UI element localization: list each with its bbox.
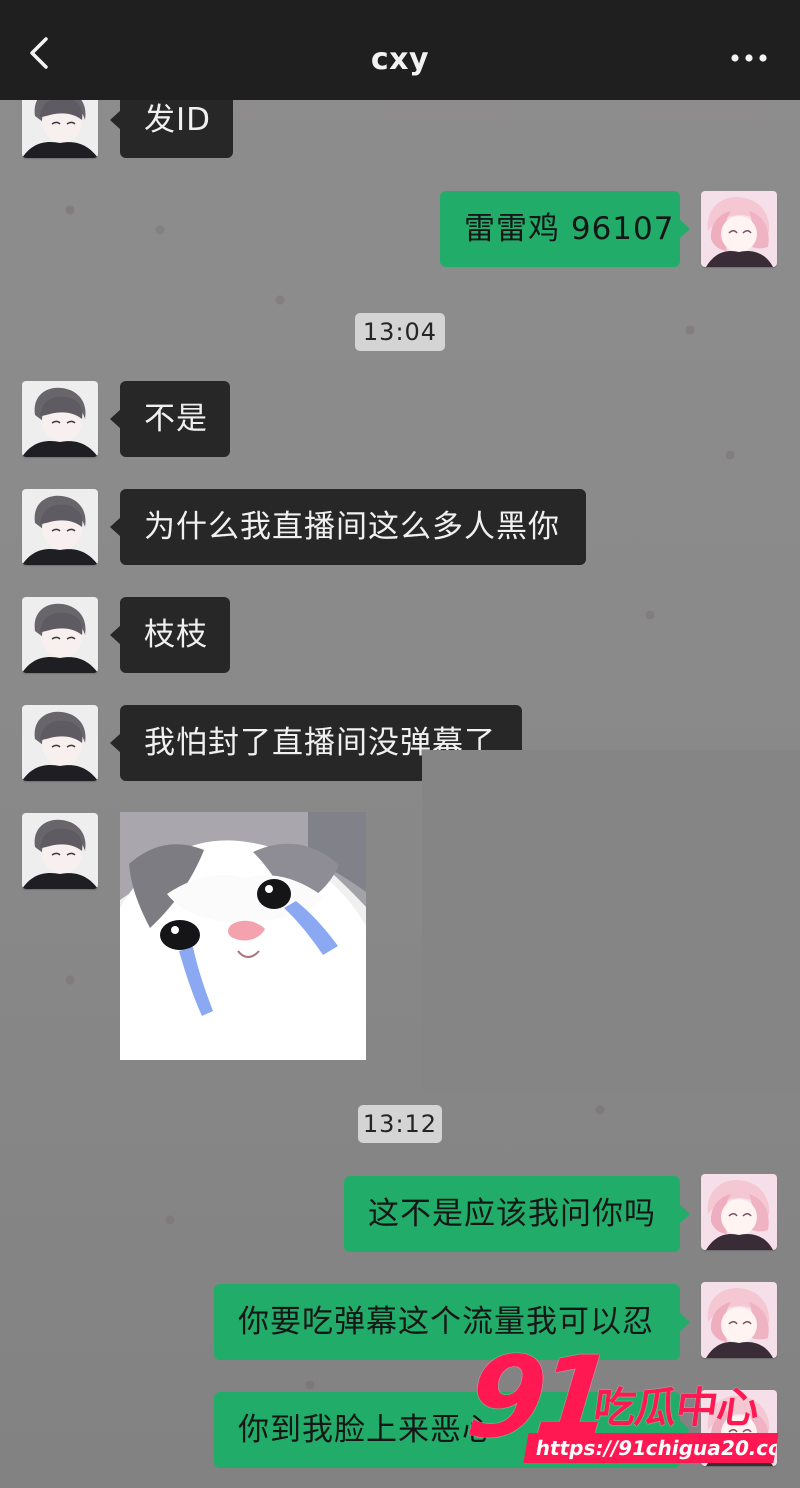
anime-boy-avatar-icon [22, 489, 98, 565]
timestamp: 13:12 [358, 1105, 442, 1143]
incoming-message-bubble[interactable]: 为什么我直播间这么多人黑你 [110, 489, 586, 565]
chat-header: cxy [0, 0, 800, 100]
outgoing-message-bubble[interactable]: 你要吃弹幕这个流量我可以忍 [214, 1284, 690, 1360]
crying-cat-icon [120, 812, 366, 1060]
anime-boy-avatar-icon [22, 705, 98, 781]
chat-screen: cxy 发ID 雷雷鸡 96107 13:04 不是 为什么我直播间这么多人黑你… [0, 0, 800, 1488]
anime-boy-avatar-icon [22, 813, 98, 889]
anime-girl-avatar-icon [701, 191, 777, 267]
outgoing-message-bubble[interactable]: 雷雷鸡 96107 [440, 191, 690, 267]
incoming-message-bubble[interactable]: 不是 [110, 381, 230, 457]
more-options-button[interactable] [728, 44, 770, 72]
back-button[interactable] [24, 36, 58, 70]
anime-boy-avatar-icon [22, 597, 98, 673]
contact-avatar[interactable] [22, 597, 98, 673]
chevron-left-icon [30, 37, 48, 69]
watermark-site-name: 吃瓜中心 [590, 1383, 762, 1432]
site-watermark: 91 吃瓜中心 https://91chigua20.com [461, 1333, 788, 1478]
anime-boy-avatar-icon [22, 381, 98, 457]
anime-girl-avatar-icon [701, 1282, 777, 1358]
timestamp: 13:04 [355, 313, 445, 351]
crying-cat-sticker[interactable] [120, 812, 366, 1060]
contact-avatar[interactable] [22, 381, 98, 457]
redacted-image-block [422, 750, 800, 1090]
contact-avatar[interactable] [22, 489, 98, 565]
user-avatar[interactable] [701, 1174, 777, 1250]
incoming-message-bubble[interactable]: 枝枝 [110, 597, 230, 673]
more-horizontal-icon [731, 54, 767, 62]
contact-avatar[interactable] [22, 705, 98, 781]
contact-avatar[interactable] [22, 813, 98, 889]
watermark-url: https://91chigua20.com [523, 1433, 779, 1463]
user-avatar[interactable] [701, 1282, 777, 1358]
anime-girl-avatar-icon [701, 1174, 777, 1250]
chat-title: cxy [370, 42, 430, 77]
user-avatar[interactable] [701, 191, 777, 267]
outgoing-message-bubble[interactable]: 这不是应该我问你吗 [344, 1176, 690, 1252]
